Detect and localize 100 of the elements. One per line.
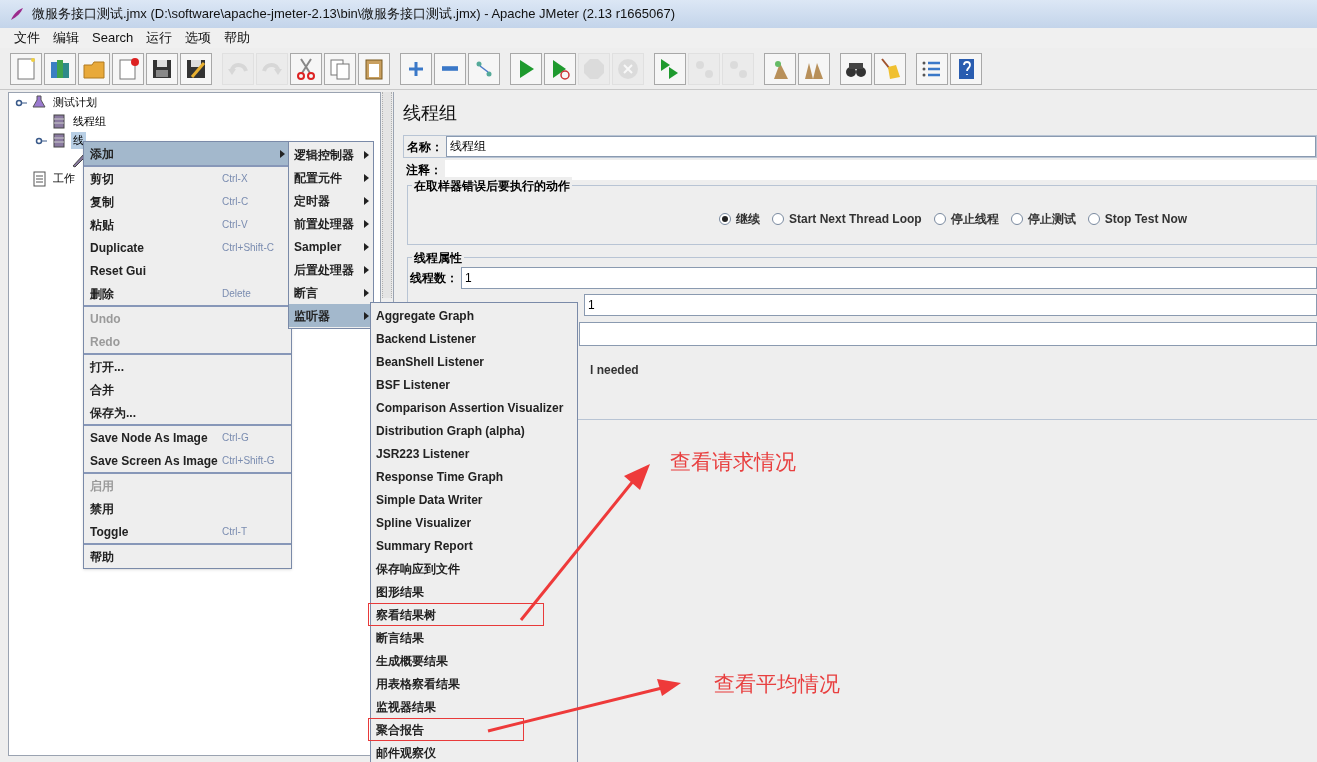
menu-item[interactable]: 前置处理器 <box>289 212 373 235</box>
menu-item[interactable]: 保存响应到文件 <box>371 557 577 580</box>
menu-item[interactable]: 配置元件 <box>289 166 373 189</box>
submenu-arrow-icon <box>364 150 369 159</box>
menu-item[interactable]: Toggle Ctrl-T <box>84 520 291 543</box>
menu-item-label: 添加 <box>90 145 115 163</box>
menu-item[interactable]: 断言结果 <box>371 626 577 649</box>
menu-item[interactable]: 生成概要结果 <box>371 649 577 672</box>
feather-icon <box>10 7 24 21</box>
menu-item-label: 剪切 <box>90 170 115 188</box>
shortcut-label: Ctrl-T <box>222 525 247 539</box>
menu-item[interactable]: BeanShell Listener <box>371 350 577 373</box>
menu-item-label: 监听器 <box>294 307 330 325</box>
tree-handle-icon[interactable] <box>35 135 47 146</box>
menu-item-label: 前置处理器 <box>294 215 354 233</box>
radio-option[interactable]: Start Next Thread Loop <box>772 210 922 228</box>
document-icon <box>14 56 38 81</box>
menu-item[interactable]: 图形结果 <box>371 580 577 603</box>
group-legend: 在取样器错误后要执行的动作 <box>412 177 572 195</box>
annotation-text: 查看请求情况 <box>670 449 796 475</box>
menu-item[interactable]: 邮件观察仪 <box>371 741 577 762</box>
menu-item[interactable]: 文件 <box>8 28 46 48</box>
menu-item[interactable]: 用表格察看结果 <box>371 672 577 695</box>
tree-item[interactable]: 线 <box>71 132 86 149</box>
menu-item[interactable]: Aggregate Graph <box>371 304 577 327</box>
toolbar-button[interactable] <box>840 52 872 85</box>
menu-item[interactable]: Distribution Graph (alpha) <box>371 419 577 442</box>
menu-item[interactable]: 运行 <box>140 28 179 48</box>
menu-item[interactable]: 禁用 <box>84 497 291 520</box>
menu-item[interactable]: 监视器结果 <box>371 695 577 718</box>
tree-item[interactable]: 工作 <box>51 170 77 187</box>
toolbar-button[interactable] <box>950 52 982 85</box>
shortcut-label: Ctrl-C <box>222 195 249 209</box>
shortcut-label: Ctrl-X <box>222 172 248 186</box>
menu-item[interactable]: BSF Listener <box>371 373 577 396</box>
menu-item[interactable]: Reset Gui <box>84 259 291 282</box>
tree-handle-icon[interactable] <box>15 97 27 108</box>
menu-item[interactable]: 选项 <box>179 28 218 48</box>
toolbar-button[interactable] <box>180 52 212 85</box>
submenu-arrow-icon <box>364 219 369 228</box>
submenu-arrow-icon <box>364 311 369 320</box>
menu-item[interactable]: 剪切 Ctrl-X <box>84 167 291 190</box>
menu-item[interactable]: 定时器 <box>289 189 373 212</box>
radio-option[interactable]: 停止线程 <box>933 210 999 228</box>
submenu-arrow-icon <box>364 173 369 182</box>
menu-item[interactable]: Summary Report <box>371 534 577 557</box>
thread-count-field[interactable]: 1 <box>461 267 1317 289</box>
menu-item[interactable]: Sampler <box>289 235 373 258</box>
radio-option[interactable]: 停止测试 <box>1010 210 1076 228</box>
field-label: 注释： <box>405 161 443 179</box>
radio-button[interactable] <box>1087 213 1100 225</box>
radio-option[interactable]: 继续 <box>719 210 760 228</box>
menu-item[interactable]: Backend Listener <box>371 327 577 350</box>
name-field[interactable]: 线程组 <box>446 136 1316 157</box>
menu-item-label: 定时器 <box>294 192 330 210</box>
radio-button[interactable] <box>772 213 784 225</box>
menu-item-label: 打开... <box>90 358 125 376</box>
radio-option[interactable]: Stop Test Now <box>1087 210 1188 228</box>
ramp-up-field[interactable]: 1 <box>584 294 1317 316</box>
loop-count-field[interactable] <box>579 322 1317 346</box>
menu-item[interactable]: 帮助 <box>218 28 257 48</box>
menu-item[interactable]: 保存为... <box>84 401 291 424</box>
menu-item[interactable]: Search <box>86 28 140 48</box>
menu-item[interactable]: 监听器 <box>289 304 373 327</box>
menu-item[interactable]: 后置处理器 <box>289 258 373 281</box>
menu-item[interactable]: 打开... <box>84 355 291 378</box>
menu-item-label: 启用 <box>90 477 115 495</box>
splitter[interactable] <box>382 92 392 298</box>
menu-item[interactable]: 断言 <box>289 281 373 304</box>
toolbar-button[interactable] <box>146 52 178 85</box>
menu-item[interactable]: 合并 <box>84 378 291 401</box>
radio-button[interactable] <box>719 213 731 225</box>
menu-item-label: Undo <box>90 310 122 328</box>
radio-button[interactable] <box>933 213 946 225</box>
menu-item[interactable]: Duplicate Ctrl+Shift-C <box>84 236 291 259</box>
shortcut-label: Ctrl+Shift-C <box>222 241 274 255</box>
menu-item[interactable]: 聚合报告 <box>368 718 524 741</box>
menu-item[interactable]: Save Node As Image Ctrl-G <box>84 426 291 449</box>
menu-item[interactable]: Comparison Assertion Visualizer <box>371 396 577 419</box>
menu-item[interactable]: 编辑 <box>47 28 85 48</box>
menu-item[interactable]: 添加 <box>84 142 291 165</box>
menu-item[interactable]: 复制 Ctrl-C <box>84 190 291 213</box>
menu-item-label: 断言 <box>294 284 318 302</box>
menu-item[interactable]: Response Time Graph <box>371 465 577 488</box>
menu-item[interactable]: 察看结果树 <box>368 603 544 626</box>
menu-item[interactable]: 粘贴 Ctrl-V <box>84 213 291 236</box>
menu-item[interactable]: Spline Visualizer <box>371 511 577 534</box>
radio-button[interactable] <box>1010 213 1023 225</box>
document-close-icon <box>116 56 140 81</box>
menu-item[interactable]: Simple Data Writer <box>371 488 577 511</box>
menu-item[interactable]: 帮助 <box>84 545 291 568</box>
menu-item[interactable]: Save Screen As Image Ctrl+Shift-G <box>84 449 291 472</box>
menu-item[interactable]: JSR223 Listener <box>371 442 577 465</box>
menu-item-label: 保存为... <box>90 404 137 422</box>
menu-item[interactable]: 删除 Delete <box>84 282 291 305</box>
tree-item[interactable]: 测试计划 <box>51 94 99 111</box>
tree-item[interactable]: 线程组 <box>71 113 108 130</box>
group-legend: 线程属性 <box>412 249 464 267</box>
menu-item[interactable]: 逻辑控制器 <box>289 143 373 166</box>
comment-field[interactable] <box>445 159 1317 180</box>
